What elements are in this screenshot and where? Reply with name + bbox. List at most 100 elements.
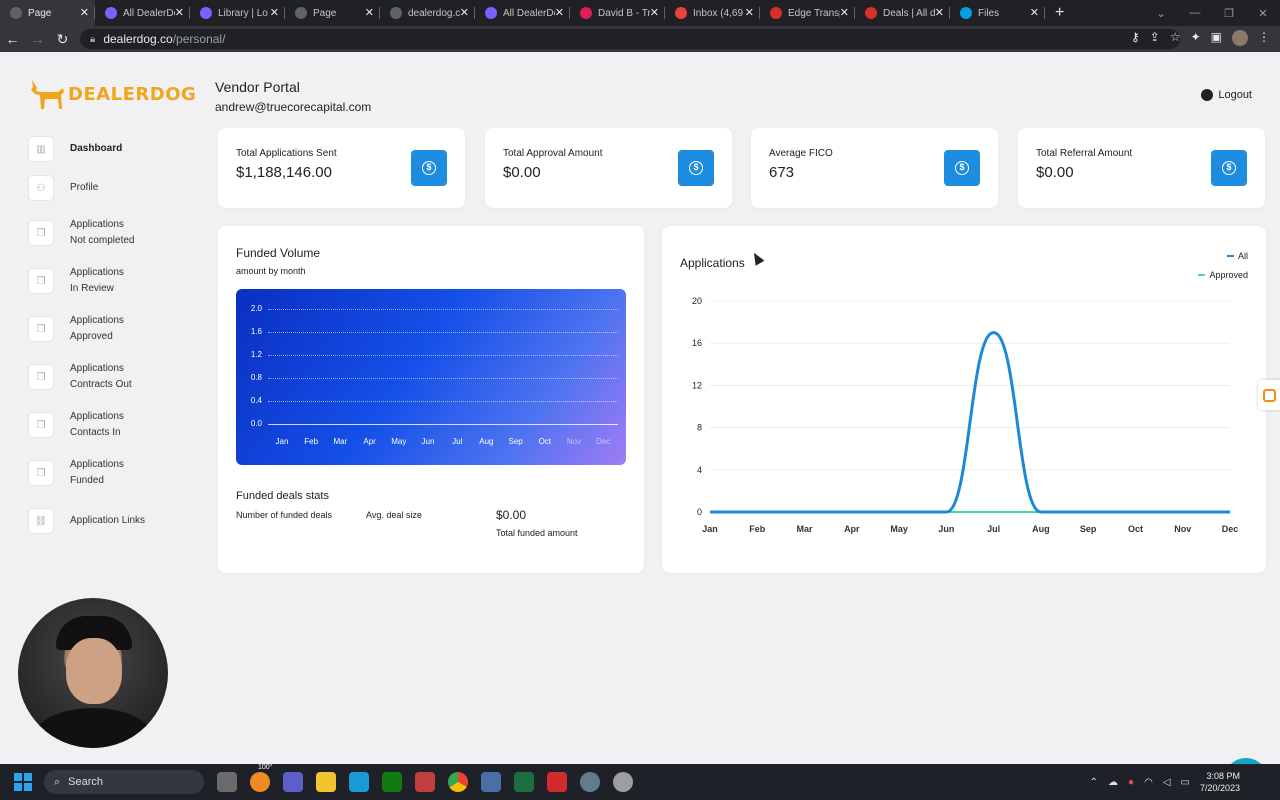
chrome-icon[interactable] <box>448 772 468 792</box>
tab-5[interactable]: All DealerDo ✕ <box>475 0 570 26</box>
sidebar-item-7[interactable]: ❐ Applications Funded <box>28 457 124 489</box>
dollar-icon: $ <box>955 161 969 175</box>
star-icon[interactable]: ☆ <box>1170 30 1181 46</box>
battery-icon[interactable]: ▭ <box>1181 777 1190 788</box>
tab-1[interactable]: All DealerDog✕ <box>95 0 190 26</box>
sidebar-item-label: Applications Funded <box>70 457 124 489</box>
close-tab-icon[interactable]: ✕ <box>840 6 849 19</box>
sidebar-item-0[interactable]: ▥ Dashboard <box>28 136 122 162</box>
cloud-icon[interactable]: ☁ <box>1108 777 1118 788</box>
close-tab-icon[interactable]: ✕ <box>460 6 469 19</box>
close-tab-icon[interactable]: ✕ <box>175 6 184 19</box>
close-tab-icon[interactable]: ✕ <box>270 6 279 19</box>
close-tab-icon[interactable]: ✕ <box>1030 6 1039 19</box>
sidebar-item-1[interactable]: ⚇ Profile <box>28 175 98 201</box>
taskbar-search[interactable]: ⌕ Search <box>44 770 204 794</box>
sidebar-item-2[interactable]: ❐ Applications Not completed <box>28 219 134 249</box>
tab-4[interactable]: dealerdog.c ✕ <box>380 0 475 26</box>
menu-icon[interactable]: ⋮ <box>1258 30 1270 46</box>
key-icon[interactable]: ⚷ <box>1131 30 1140 46</box>
sidebar-label-line2: Contacts In <box>70 427 121 438</box>
restore-button[interactable]: ❐ <box>1212 7 1246 20</box>
dollar-button[interactable]: $ <box>944 150 980 186</box>
sidebar-item-5[interactable]: ❐ Applications Contracts Out <box>28 363 132 393</box>
weather-icon[interactable]: 100° <box>250 764 272 792</box>
tab-2[interactable]: Library | Lo ✕ <box>190 0 285 26</box>
share-icon[interactable]: ⇪ <box>1150 30 1160 46</box>
sidebar-item-3[interactable]: ❐ Applications In Review <box>28 267 124 297</box>
sidebar-label-line2: In Review <box>70 283 114 294</box>
apps-y-tick: 0 <box>697 507 702 517</box>
chat-app-icon[interactable] <box>283 772 303 792</box>
funded-volume-chart: 2.0 1.6 1.2 0.8 0.4 0.0 Jan Feb Mar Apr May Jun Jul A… <box>236 289 626 465</box>
funded-gridline <box>268 401 618 402</box>
acrobat-icon[interactable] <box>547 772 567 792</box>
close-tab-icon[interactable]: ✕ <box>745 6 754 19</box>
dealerdog-icon <box>485 7 497 19</box>
tab-7[interactable]: Inbox (4,69 ✕ <box>665 0 760 26</box>
new-tab-button[interactable]: + <box>1055 4 1064 22</box>
screen: Page✕All DealerDog✕Library | Lo✕Page✕dea… <box>0 0 1280 800</box>
l-app-icon[interactable] <box>349 772 369 792</box>
xbox-icon[interactable] <box>382 772 402 792</box>
funded-gridline <box>268 309 618 310</box>
minimize-button[interactable]: — <box>1178 7 1212 19</box>
sidebar-item-label: Profile <box>70 180 98 196</box>
dollar-button[interactable]: $ <box>1211 150 1247 186</box>
sidebar-item-6[interactable]: ❐ Applications Contacts In <box>28 411 124 441</box>
file-explorer-icon[interactable] <box>316 772 336 792</box>
tab-3[interactable]: Page ✕ <box>285 0 380 26</box>
calculator-icon[interactable] <box>481 772 501 792</box>
side-widget-button[interactable] <box>1258 380 1280 410</box>
sidepanel-icon[interactable]: ▣ <box>1211 30 1222 46</box>
tab-label: Deals | All d <box>883 7 935 19</box>
series-line-all <box>709 331 1230 514</box>
close-tab-icon[interactable]: ✕ <box>935 6 944 19</box>
task-view-icon[interactable] <box>217 772 237 792</box>
funded-y-tick: 0.0 <box>250 419 262 428</box>
clock-app-icon[interactable] <box>613 772 633 792</box>
profile-avatar[interactable] <box>1232 30 1248 46</box>
tab-10[interactable]: Files ✕ <box>950 0 1045 26</box>
close-tab-icon[interactable]: ✕ <box>650 6 659 19</box>
address-bar[interactable]: 🔒︎ dealerdog.co/personal/ <box>80 29 1180 49</box>
chevron-up-icon[interactable]: ⌃ <box>1090 777 1098 788</box>
tab-9[interactable]: Deals | All d ✕ <box>855 0 950 26</box>
gear-icon <box>10 7 22 19</box>
funded-x-tick: Jan <box>275 437 289 446</box>
tab-8[interactable]: Edge Transp ✕ <box>760 0 855 26</box>
close-tab-icon[interactable]: ✕ <box>555 6 564 19</box>
clock[interactable]: 3:08 PM 7/20/2023 <box>1200 770 1240 794</box>
wifi-icon[interactable]: ◠ <box>1144 777 1153 788</box>
tab-0[interactable]: Page ✕ <box>0 0 95 26</box>
settings-icon[interactable] <box>580 772 600 792</box>
gmail-icon <box>675 7 687 19</box>
tab-label: Inbox (4,69 <box>693 7 744 19</box>
apps-y-tick: 4 <box>697 465 702 475</box>
reload-icon[interactable]: ↻ <box>50 31 75 48</box>
forward-icon[interactable]: → <box>25 31 50 47</box>
volume-icon[interactable]: ◁ <box>1163 777 1171 788</box>
sidebar-item-4[interactable]: ❐ Applications Approved <box>28 315 124 345</box>
close-window-button[interactable]: ✕ <box>1246 7 1280 20</box>
extensions-icon[interactable]: ✦ <box>1191 30 1201 46</box>
dollar-button[interactable]: $ <box>678 150 714 186</box>
portal-title: Vendor Portal <box>215 79 300 95</box>
stat-card-1: Total Approval Amount $0.00 $ <box>485 128 732 208</box>
close-tab-icon[interactable]: ✕ <box>80 6 89 19</box>
clock-date: 7/20/2023 <box>1199 783 1240 793</box>
excel-icon[interactable] <box>514 772 534 792</box>
dollar-icon: $ <box>689 161 703 175</box>
close-tab-icon[interactable]: ✕ <box>365 6 374 19</box>
logout-button[interactable]: Logout <box>1201 89 1252 101</box>
snipping-tool-icon[interactable] <box>415 772 435 792</box>
microphone-icon[interactable]: ● <box>1128 777 1134 788</box>
tab-6[interactable]: David B - Tr ✕ <box>570 0 665 26</box>
back-icon[interactable]: ← <box>0 31 25 47</box>
tab-search-icon[interactable]: ⌄ <box>1144 7 1178 20</box>
funded-x-tick: Jun <box>421 437 435 446</box>
dollar-button[interactable]: $ <box>411 150 447 186</box>
logo[interactable]: DEALERDOG <box>28 76 196 112</box>
start-button[interactable] <box>14 773 32 791</box>
sidebar-item-8[interactable]: ⛓ Application Links <box>28 508 145 534</box>
